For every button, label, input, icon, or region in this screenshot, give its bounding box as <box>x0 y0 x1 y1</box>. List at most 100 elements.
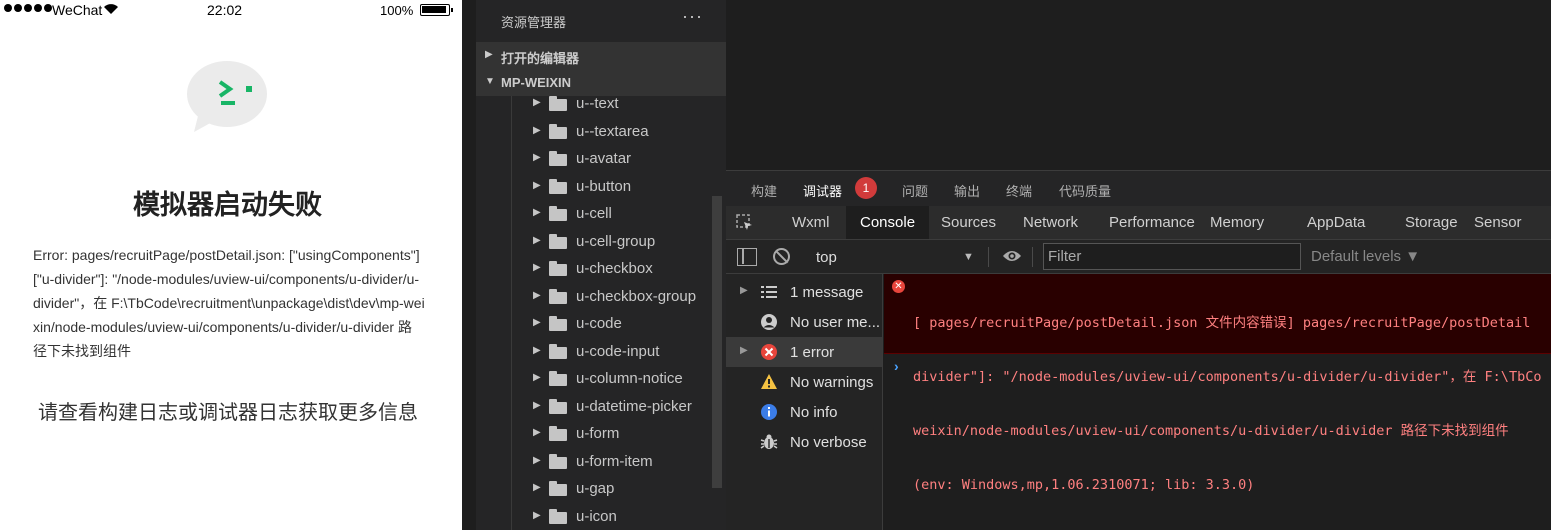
tree-item-u-form[interactable]: ▶ u-form <box>476 421 726 448</box>
chevron-right-icon[interactable]: ▶ <box>740 345 748 356</box>
chevron-right-icon: ▶ <box>533 124 541 136</box>
context-selector[interactable]: top ▼ <box>808 243 984 271</box>
chevron-right-icon[interactable]: ▶ <box>740 285 748 296</box>
file-tree: ▶ u--text ▶ u--textarea ▶ u-avatar ▶ u-button ▶ u… <box>476 96 726 530</box>
sidebar-item-user-messages[interactable]: No user me... <box>726 307 882 337</box>
section-project[interactable]: ▼ MP-WEIXIN <box>476 69 726 96</box>
panel-tabbar: 构建 调试器 问题 输出 终端 代码质量 <box>726 170 1551 206</box>
folder-icon <box>549 481 567 496</box>
console-sidebar: ▶ 1 message No user me... ▶ 1 error No w… <box>726 274 883 530</box>
simulator-panel: WeChat 22:02 100% 模拟器启动失败 Error: pages/r… <box>0 0 462 530</box>
more-actions-icon[interactable]: ··· <box>682 6 703 27</box>
tab-code-quality[interactable]: 代码质量 <box>1059 181 1111 200</box>
bug-icon <box>760 434 778 449</box>
tree-item-label: u-form <box>576 425 620 442</box>
tree-item-u-button[interactable]: ▶ u-button <box>476 174 726 201</box>
tab-sources[interactable]: Sources <box>927 206 1010 239</box>
tab-build[interactable]: 构建 <box>751 181 777 200</box>
explorer-sidebar: 资源管理器 ··· ▶ 打开的编辑器 ▼ MP-WEIXIN ▶ u--text ▶… <box>476 0 726 530</box>
debugger-error-badge: 1 <box>855 177 877 199</box>
tree-item-u-datetime-picker[interactable]: ▶ u-datetime-picker <box>476 394 726 421</box>
explorer-scrollbar[interactable] <box>712 196 722 488</box>
chevron-right-icon: ▶ <box>533 344 541 356</box>
error-line: divider"]: "/node-modules/uview-ui/compo… <box>913 369 1542 385</box>
chevron-right-icon: ▶ <box>533 179 541 191</box>
sidebar-item-label: 1 error <box>790 344 835 361</box>
splitter[interactable] <box>462 0 476 530</box>
warning-icon <box>761 374 777 389</box>
tab-sensor[interactable]: Sensor <box>1460 206 1536 239</box>
error-line: (env: Windows,mp,1.06.2310071; lib: 3.3.… <box>913 477 1255 493</box>
tree-item-u-form-item[interactable]: ▶ u-form-item <box>476 449 726 476</box>
console-error-message[interactable]: ✕ [ pages/recruitPage/postDetail.json 文件… <box>884 274 1551 493</box>
tree-item-u-cell[interactable]: ▶ u-cell <box>476 201 726 228</box>
tree-item-u-icon[interactable]: ▶ u-icon <box>476 504 726 530</box>
folder-icon <box>549 316 567 331</box>
tree-item-u-avatar[interactable]: ▶ u-avatar <box>476 146 726 173</box>
console-output: ✕ [ pages/recruitPage/postDetail.json 文件… <box>884 274 1551 530</box>
tree-item-label: u-column-notice <box>576 370 683 387</box>
tab-network[interactable]: Network <box>1009 206 1092 239</box>
signal-dots-icon <box>4 4 52 12</box>
tab-output[interactable]: 输出 <box>954 181 980 200</box>
sidebar-item-label: No warnings <box>790 374 874 391</box>
folder-icon <box>549 151 567 166</box>
context-value: top <box>816 249 837 266</box>
console-toolbar: top ▼ Default levels ▼ <box>726 240 1551 274</box>
simulator-hint: 请查看构建日志或调试器日志获取更多信息 <box>38 402 418 424</box>
tree-item-label: u-button <box>576 177 632 195</box>
tree-item-label: u-form-item <box>576 452 653 470</box>
sidebar-item-info[interactable]: No info <box>726 397 882 427</box>
tree-item-label: u-gap <box>576 480 615 497</box>
error-text: [ pages/recruitPage/postDetail.json 文件内容… <box>913 278 1551 530</box>
error-icon: ✕ <box>892 280 905 293</box>
battery-percent: 100% <box>380 3 414 18</box>
tree-item-u--text[interactable]: ▶ u--text <box>476 96 726 118</box>
tree-item-u-cell-group[interactable]: ▶ u-cell-group <box>476 229 726 256</box>
tab-wxml[interactable]: Wxml <box>778 206 844 239</box>
tree-item-u-gap[interactable]: ▶ u-gap <box>476 476 726 503</box>
section-open-editors[interactable]: ▶ 打开的编辑器 <box>476 42 726 69</box>
tree-item-u-code[interactable]: ▶ u-code <box>476 311 726 338</box>
tab-memory[interactable]: Memory <box>1196 206 1278 239</box>
sidebar-item-verbose[interactable]: No verbose <box>726 427 882 457</box>
tree-item-label: u-code-input <box>576 342 660 360</box>
sidebar-item-warnings[interactable]: No warnings <box>726 367 882 397</box>
tab-console[interactable]: Console <box>846 206 930 239</box>
carrier-label: WeChat <box>52 2 103 18</box>
tree-item-u--textarea[interactable]: ▶ u--textarea <box>476 119 726 146</box>
tree-item-u-checkbox-group[interactable]: ▶ u-checkbox-group <box>476 284 726 311</box>
chevron-right-icon: ▶ <box>533 372 541 383</box>
sidebar-item-errors[interactable]: ▶ 1 error <box>726 337 882 367</box>
sidebar-toggle-icon[interactable] <box>737 248 757 266</box>
chevron-right-icon: ▶ <box>533 97 541 108</box>
filter-input[interactable] <box>1043 243 1301 270</box>
tab-problems[interactable]: 问题 <box>902 181 928 200</box>
folder-icon <box>549 96 567 111</box>
divider <box>988 247 989 267</box>
tab-performance[interactable]: Performance <box>1095 206 1209 239</box>
log-levels-dropdown[interactable]: Default levels ▼ <box>1311 248 1420 265</box>
sidebar-item-label: No info <box>790 404 838 421</box>
simulator-error-message: Error: pages/recruitPage/postDetail.json… <box>33 247 425 359</box>
tree-item-u-checkbox[interactable]: ▶ u-checkbox <box>476 256 726 283</box>
info-icon <box>761 404 777 420</box>
tree-item-u-code-input[interactable]: ▶ u-code-input <box>476 339 726 366</box>
eye-icon[interactable] <box>1002 249 1022 263</box>
console-prompt[interactable]: › <box>894 358 899 374</box>
folder-icon <box>549 206 567 221</box>
tab-terminal[interactable]: 终端 <box>1006 181 1032 200</box>
chevron-right-icon: ▶ <box>533 289 541 301</box>
tree-item-u-column-notice[interactable]: ▶ u-column-notice <box>476 366 726 393</box>
folder-icon <box>549 233 567 249</box>
tree-item-label: u-code <box>576 315 622 332</box>
folder-icon <box>549 123 567 139</box>
folder-icon <box>549 426 567 441</box>
chevron-right-icon: ▶ <box>533 427 541 438</box>
tab-appdata[interactable]: AppData <box>1293 206 1379 239</box>
clear-console-icon[interactable] <box>773 248 790 265</box>
inspect-element-icon[interactable] <box>736 214 754 232</box>
sidebar-item-messages[interactable]: ▶ 1 message <box>726 277 882 307</box>
tab-debugger[interactable]: 调试器 <box>803 181 842 200</box>
folder-icon <box>549 178 567 194</box>
